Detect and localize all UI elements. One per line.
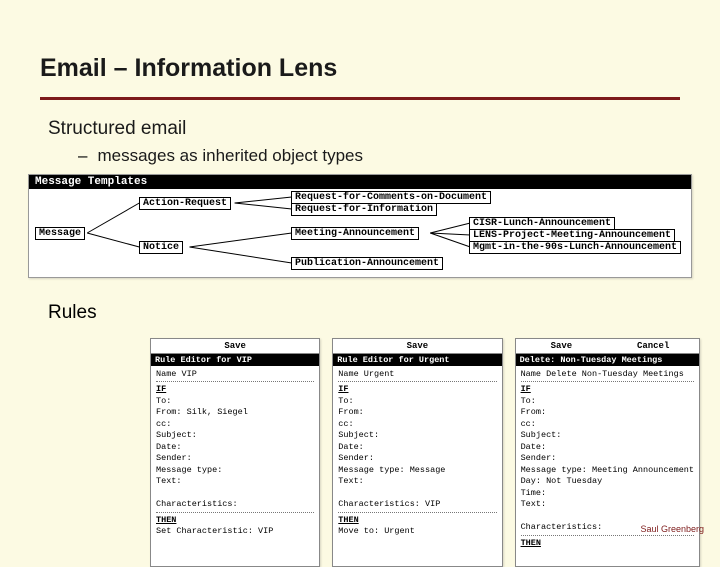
rule-field: Sender: xyxy=(521,453,694,464)
if-heading: IF xyxy=(338,384,496,395)
then-action: Move to: Urgent xyxy=(338,526,496,537)
rule-field: Message type: xyxy=(156,465,314,476)
then-heading: THEN xyxy=(156,515,314,526)
rule-field: Sender: xyxy=(338,453,496,464)
rule-field: Time: xyxy=(521,488,694,499)
rule-card-1: SaveRule Editor for UrgentName UrgentIFT… xyxy=(332,338,502,567)
rule-name: Name Delete Non-Tuesday Meetings xyxy=(521,369,694,380)
then-heading: THEN xyxy=(521,538,694,549)
rule-field: Text: xyxy=(521,499,694,510)
save-button[interactable]: Save xyxy=(516,339,608,353)
rule-body: Name VIP IFTo:From: Silk, Siegelcc:Subjec… xyxy=(151,366,319,566)
rule-field xyxy=(521,511,694,522)
cancel-button[interactable]: Cancel xyxy=(607,339,699,353)
rule-field: Text: xyxy=(338,476,496,487)
rule-field: To: xyxy=(338,396,496,407)
rule-field: Date: xyxy=(521,442,694,453)
rule-field: Characteristics: VIP xyxy=(338,499,496,510)
rule-field: cc: xyxy=(338,419,496,430)
page-title: Email – Information Lens xyxy=(40,54,680,83)
figure-header: Message Templates xyxy=(29,175,691,189)
tree-node-action-request: Action-Request xyxy=(139,197,231,210)
tree-diagram: Message Action-Request Notice Request-fo… xyxy=(29,189,691,277)
rule-titlebar: Rule Editor for VIP xyxy=(151,354,319,366)
save-button[interactable]: Save xyxy=(333,339,501,353)
save-button[interactable]: Save xyxy=(151,339,319,353)
then-action: Set Characteristic: VIP xyxy=(156,526,314,537)
rule-name: Name VIP xyxy=(156,369,314,380)
if-heading: IF xyxy=(521,384,694,395)
section-heading-structured: Structured email xyxy=(48,118,672,140)
rule-field: Message type: Message xyxy=(338,465,496,476)
rule-card-0: SaveRule Editor for VIP Name VIP IFTo:From… xyxy=(150,338,320,567)
rule-field: Subject: xyxy=(156,430,314,441)
rule-field: Subject: xyxy=(338,430,496,441)
rule-field: Date: xyxy=(156,442,314,453)
rule-field: From: xyxy=(521,407,694,418)
rule-field: Subject: xyxy=(521,430,694,441)
rule-field: Day: Not Tuesday xyxy=(521,476,694,487)
rule-field: cc: xyxy=(156,419,314,430)
tree-node-meeting-announce: Meeting-Announcement xyxy=(291,227,419,240)
rule-name: Name Urgent xyxy=(338,369,496,380)
rule-field xyxy=(338,488,496,499)
rule-field: To: xyxy=(156,396,314,407)
footer-author: Saul Greenberg xyxy=(640,524,704,534)
bullet-item: – messages as inherited object types xyxy=(78,146,672,166)
tree-node-rfi: Request-for-Information xyxy=(291,203,437,216)
message-templates-figure: Message Templates Message Action-Request… xyxy=(28,174,692,278)
rule-body: Name Urgent IFTo:From:cc:Subject:Date:Sen… xyxy=(333,366,501,566)
then-action xyxy=(521,549,694,560)
rule-field: cc: xyxy=(521,419,694,430)
rule-field: From: Silk, Siegel xyxy=(156,407,314,418)
tree-node-notice: Notice xyxy=(139,241,183,254)
rule-titlebar: Rule Editor for Urgent xyxy=(333,354,501,366)
rule-field xyxy=(156,488,314,499)
tree-node-mgmt90s: Mgmt-in-the-90s-Lunch-Announcement xyxy=(469,241,681,254)
dash-icon: – xyxy=(78,146,87,166)
rule-titlebar: Delete: Non-Tuesday Meetings xyxy=(516,354,699,366)
then-heading: THEN xyxy=(338,515,496,526)
rule-field: Text: xyxy=(156,476,314,487)
rules-heading: Rules xyxy=(48,302,672,324)
rule-field: From: xyxy=(338,407,496,418)
rule-field: Date: xyxy=(338,442,496,453)
if-heading: IF xyxy=(156,384,314,395)
rule-field: Characteristics: xyxy=(156,499,314,510)
rule-field: To: xyxy=(521,396,694,407)
rule-field: Sender: xyxy=(156,453,314,464)
tree-node-message: Message xyxy=(35,227,85,240)
rule-body: Name Delete Non-Tuesday Meetings IFTo:Fro… xyxy=(516,366,699,566)
tree-node-pub-announce: Publication-Announcement xyxy=(291,257,443,270)
rule-field: Message type: Meeting Announcement xyxy=(521,465,694,476)
bullet-text: messages as inherited object types xyxy=(97,146,363,166)
